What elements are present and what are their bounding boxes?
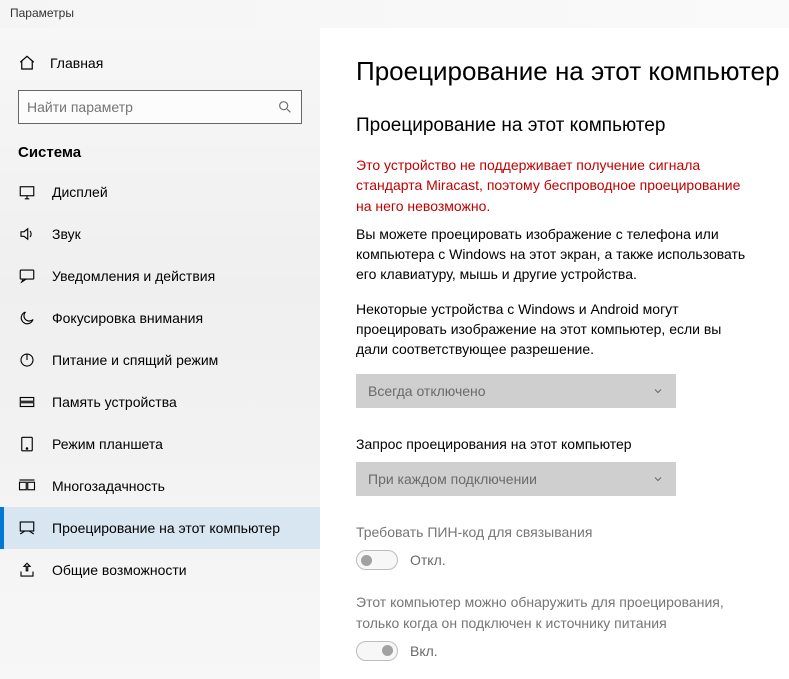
sidebar-item-label: Многозадачность	[52, 478, 165, 494]
projection-mode-dropdown[interactable]: Всегда отключено	[356, 374, 676, 408]
sidebar: Главная Система Дисплей	[0, 28, 320, 679]
chevron-down-icon	[652, 385, 664, 397]
sidebar-item-label: Общие возможности	[52, 562, 187, 578]
sidebar-item-display[interactable]: Дисплей	[0, 171, 320, 213]
sidebar-item-label: Питание и спящий режим	[52, 352, 218, 368]
pin-label: Требовать ПИН-код для связывания	[356, 522, 756, 542]
search-input[interactable]	[27, 99, 277, 115]
sidebar-item-notifications[interactable]: Уведомления и действия	[0, 255, 320, 297]
sound-icon	[18, 225, 36, 243]
chat-icon	[18, 267, 36, 285]
dropdown-value: Всегда отключено	[368, 383, 486, 399]
sidebar-item-shared[interactable]: Общие возможности	[0, 549, 320, 591]
sidebar-item-label: Проецирование на этот компьютер	[52, 520, 280, 536]
search-box[interactable]	[18, 90, 302, 124]
power-toggle[interactable]	[356, 641, 398, 661]
power-label: Этот компьютер можно обнаружить для прое…	[356, 592, 756, 633]
home-label: Главная	[50, 55, 103, 71]
window-title: Параметры	[10, 6, 74, 20]
sidebar-item-multitasking[interactable]: Многозадачность	[0, 465, 320, 507]
pin-toggle-state: Откл.	[410, 552, 446, 568]
projection-request-dropdown[interactable]: При каждом подключении	[356, 462, 676, 496]
miracast-warning: Это устройство не поддерживает получение…	[356, 155, 756, 216]
power-icon	[18, 351, 36, 369]
project-icon	[18, 519, 36, 537]
description-1: Вы можете проецировать изображение с тел…	[356, 224, 756, 285]
sidebar-nav: Дисплей Звук Уведомления и действия Фоку…	[0, 171, 320, 591]
pin-toggle[interactable]	[356, 550, 398, 570]
moon-icon	[18, 309, 36, 327]
sidebar-item-tablet[interactable]: Режим планшета	[0, 423, 320, 465]
sidebar-item-label: Звук	[52, 226, 81, 242]
tablet-icon	[18, 435, 36, 453]
page-subtitle: Проецирование на этот компьютер	[356, 115, 779, 137]
multitask-icon	[18, 477, 36, 495]
sidebar-item-label: Режим планшета	[52, 436, 163, 452]
request-label: Запрос проецирования на этот компьютер	[356, 434, 756, 454]
search-icon	[277, 99, 293, 115]
sidebar-item-label: Память устройства	[52, 394, 177, 410]
sidebar-item-label: Уведомления и действия	[52, 268, 215, 284]
power-toggle-state: Вкл.	[410, 643, 438, 659]
page-title: Проецирование на этот компьютер	[356, 56, 779, 87]
home-icon	[18, 54, 36, 72]
sidebar-item-storage[interactable]: Память устройства	[0, 381, 320, 423]
sidebar-item-power[interactable]: Питание и спящий режим	[0, 339, 320, 381]
chevron-down-icon	[652, 473, 664, 485]
description-2: Некоторые устройства с Windows и Android…	[356, 299, 756, 360]
monitor-icon	[18, 183, 36, 201]
sidebar-item-sound[interactable]: Звук	[0, 213, 320, 255]
sidebar-item-focus[interactable]: Фокусировка внимания	[0, 297, 320, 339]
storage-icon	[18, 393, 36, 411]
window-titlebar: Параметры	[0, 0, 789, 28]
sidebar-item-label: Фокусировка внимания	[52, 310, 203, 326]
sidebar-section-title: Система	[0, 144, 320, 171]
sidebar-item-projecting[interactable]: Проецирование на этот компьютер	[0, 507, 320, 549]
dropdown-value: При каждом подключении	[368, 471, 537, 487]
sidebar-item-label: Дисплей	[52, 184, 108, 200]
content-pane: Проецирование на этот компьютер Проециро…	[320, 28, 789, 679]
home-nav[interactable]: Главная	[0, 48, 320, 90]
share-icon	[18, 561, 36, 579]
